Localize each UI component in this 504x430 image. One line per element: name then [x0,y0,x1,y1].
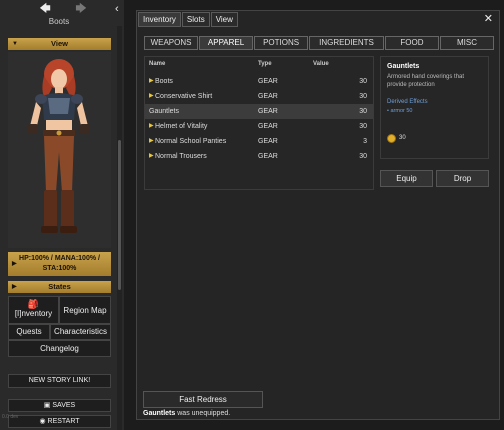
inventory-button[interactable]: 🎒 [I]nventory [8,296,59,324]
sidebar: 🡄 🡆 ‹ Boots ▼ View ▶ HP:100% / MANA:100%… [0,0,124,430]
status-item-name: Gauntlets [143,410,176,417]
list-item[interactable]: ▶ Conservative Shirt GEAR 30 [145,89,373,104]
item-type: GEAR [258,78,278,85]
saves-button[interactable]: ▣ SAVES [8,399,111,412]
restart-button[interactable]: ◉ RESTART [8,415,111,428]
history-nav: 🡄 🡆 [38,2,88,16]
view-label: View [51,39,68,48]
item-value: 30 [359,123,367,130]
collapse-sidebar-icon[interactable]: ‹ [115,4,119,15]
view-toggle[interactable]: ▼ View [8,38,111,50]
inventory-button-label: [I]nventory [14,309,53,318]
item-arrow-icon: ▶ [149,153,154,159]
sidebar-scroll-thumb[interactable] [118,140,121,290]
item-name: Normal Trousers [155,153,207,160]
category-weapons[interactable]: WEAPONS [144,36,199,50]
item-value: 3 [363,138,367,145]
backpack-icon: 🎒 [27,299,40,309]
item-value: 30 [359,153,367,160]
detail-item-price: 30 [399,135,406,141]
item-name: Helmet of Vitality [155,123,208,130]
item-list-header: Name Type Value [145,61,373,69]
states-label: States [48,282,71,291]
location-label: Boots [48,17,70,26]
drop-button[interactable]: Drop [436,170,489,187]
window-tabs: Inventory Slots View [138,12,238,27]
character-portrait [8,52,111,248]
floppy-disk-icon: ▣ [43,402,51,409]
restart-icon: ◉ [39,418,46,425]
restart-label: RESTART [47,418,80,425]
list-item-selected[interactable]: Gauntlets GEAR 30 [145,104,373,119]
tab-inventory[interactable]: Inventory [138,12,181,27]
expand-triangle-icon: ▶ [12,261,17,267]
item-name: Conservative Shirt [155,93,213,100]
column-header-value[interactable]: Value [313,61,329,67]
detail-effect-text: armor 50 [390,108,413,114]
status-text: was unequipped. [175,410,231,417]
item-list: Name Type Value ▶ Boots GEAR 30 ▶ Conser… [144,56,374,190]
item-name: Boots [155,78,173,85]
coin-icon [387,134,396,143]
item-arrow-icon: ▶ [149,138,154,144]
vitals-readout[interactable]: ▶ HP:100% / MANA:100% / STA:100% [8,252,111,276]
states-toggle[interactable]: ▶ States [8,281,111,293]
category-tabs: WEAPONS APPAREL POTIONS INGREDIENTS FOOD… [144,36,494,50]
item-value: 30 [359,93,367,100]
expand-triangle-icon: ▼ [12,41,18,47]
item-name: Normal School Panties [155,138,227,145]
tab-view[interactable]: View [210,12,238,27]
item-type: GEAR [258,108,278,115]
category-misc[interactable]: MISC [439,36,494,50]
item-type: GEAR [258,123,278,130]
inventory-window: Inventory Slots View ✕ WEAPONS APPAREL P… [136,10,500,420]
new-story-link-button[interactable]: NEW STORY LINK! [8,374,111,388]
item-value: 30 [359,108,367,115]
item-detail-panel: Gauntlets Armored hand coverings that pr… [380,56,489,159]
item-name: Gauntlets [149,108,179,115]
item-value: 30 [359,78,367,85]
status-message: Gauntlets was unequipped. [143,410,230,417]
changelog-button[interactable]: Changelog [8,340,111,357]
version-label: 0.0 dev [2,414,19,420]
saves-label: SAVES [52,402,76,409]
column-header-name[interactable]: Name [149,61,165,67]
forward-arrow-icon[interactable]: 🡆 [74,3,88,15]
list-item[interactable]: ▶ Boots GEAR 30 [145,74,373,89]
fast-redress-button[interactable]: Fast Redress [143,391,263,408]
vitals-text: HP:100% / MANA:100% / STA:100% [19,255,100,272]
list-item[interactable]: ▶ Normal School Panties GEAR 3 [145,134,373,149]
tab-slots[interactable]: Slots [181,12,210,27]
region-map-button[interactable]: Region Map [59,296,111,324]
item-type: GEAR [258,93,278,100]
detail-effect-entry: • armor 50 [387,108,413,114]
column-header-type[interactable]: Type [258,61,272,67]
detail-effects-title: Derived Effects [387,99,428,105]
item-type: GEAR [258,138,278,145]
character-figure-image [28,59,90,233]
quests-button[interactable]: Quests [8,324,50,340]
detail-item-description: Armored hand coverings that provide prot… [387,74,465,88]
category-apparel[interactable]: APPAREL [199,36,254,50]
back-arrow-icon[interactable]: 🡄 [38,3,52,15]
item-arrow-icon: ▶ [149,123,154,129]
characteristics-button[interactable]: Characteristics [50,324,111,340]
list-item[interactable]: ▶ Helmet of Vitality GEAR 30 [145,119,373,134]
category-food[interactable]: FOOD [384,36,439,50]
close-icon[interactable]: ✕ [484,13,493,25]
item-arrow-icon: ▶ [149,93,154,99]
category-ingredients[interactable]: INGREDIENTS [309,36,384,50]
detail-item-name: Gauntlets [387,63,420,70]
equip-button[interactable]: Equip [380,170,433,187]
list-item[interactable]: ▶ Normal Trousers GEAR 30 [145,149,373,164]
item-arrow-icon: ▶ [149,78,154,84]
item-type: GEAR [258,153,278,160]
collapse-triangle-icon: ▶ [12,284,17,290]
category-potions[interactable]: POTIONS [254,36,309,50]
